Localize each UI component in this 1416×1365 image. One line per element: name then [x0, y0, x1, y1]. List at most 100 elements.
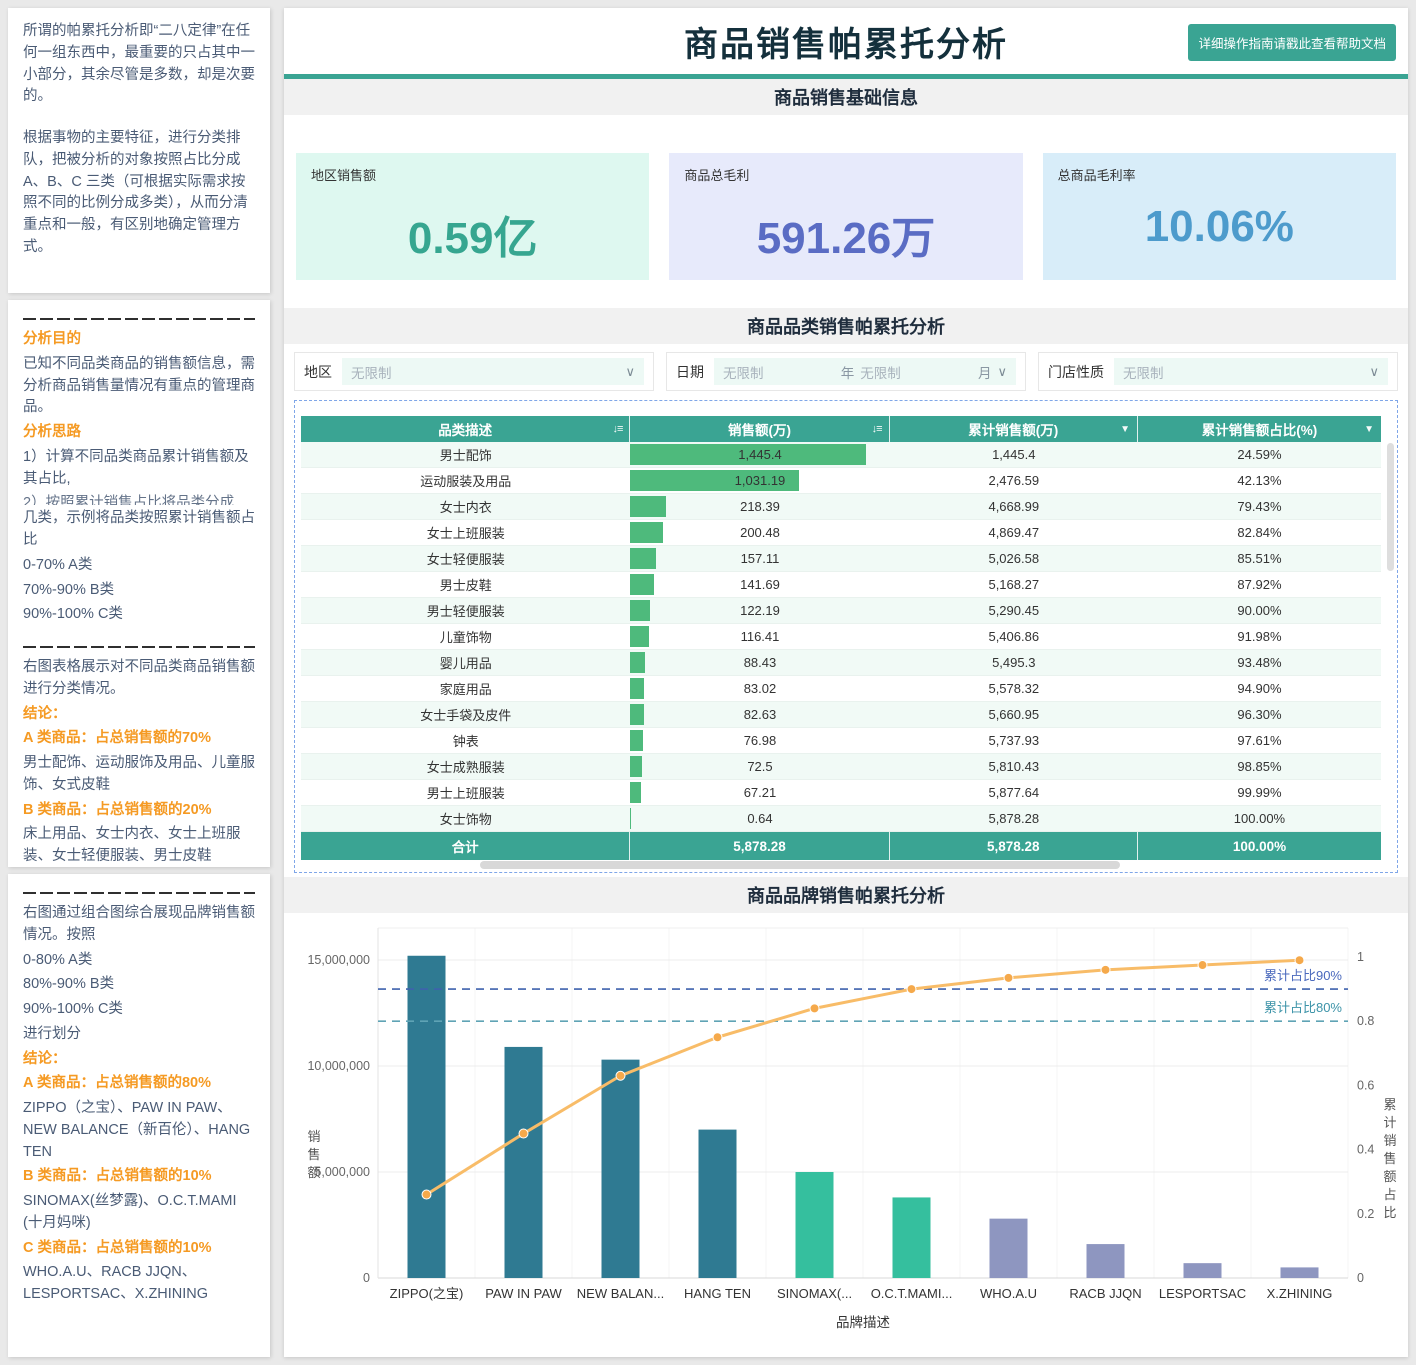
filter-triangle-icon[interactable]: ▼ — [1120, 424, 1130, 435]
bar-SINOMAX(...[interactable] — [795, 1171, 834, 1278]
kpi-label: 地区销售额 — [311, 168, 377, 184]
table-row[interactable]: 男士上班服装 67.21 5,877.64 99.99% — [301, 780, 1381, 806]
table-row[interactable]: 女士轻便服装 157.11 5,026.58 85.51% — [301, 546, 1381, 572]
sales-value: 67.21 — [743, 785, 777, 800]
sales-data-bar — [630, 548, 657, 569]
sort-descending-icon[interactable]: ↓≡ — [872, 423, 883, 435]
class-a-text: 男士配饰、运动服饰及用品、儿童服饰、女式皮鞋 — [23, 755, 255, 793]
cell-cumulative: 5,495.3 — [889, 650, 1138, 676]
y-right-axis-title: 累计销售额占比 — [1383, 1097, 1396, 1220]
bar-WHO.A.U[interactable] — [989, 1218, 1028, 1278]
table-row[interactable]: 男士轻便服装 122.19 5,290.45 90.00% — [301, 598, 1381, 624]
class-c-rule: 90%-100% C类 — [23, 606, 123, 623]
line-marker-HANG TEN[interactable] — [712, 1032, 723, 1043]
table-row[interactable]: 男士皮鞋 141.69 5,168.27 87.92% — [301, 572, 1381, 598]
x-axis-title: 品牌描述 — [836, 1314, 890, 1330]
y-left-axis-title: 销售额 — [307, 1129, 320, 1180]
cell-cumulative: 4,869.47 — [889, 520, 1138, 546]
line-marker-RACB JJQN[interactable] — [1100, 964, 1111, 975]
y-left-tick-label: 0 — [363, 1271, 370, 1285]
table-row[interactable]: 儿童饰物 116.41 5,406.86 91.98% — [301, 624, 1381, 650]
bar-LESPORTSAC[interactable] — [1183, 1263, 1222, 1278]
sidebar-card-brand: 右图通过组合图综合展现品牌销售额情况。按照 0-80% A类 80%-90% B… — [8, 874, 270, 1357]
x-tick-label: SINOMAX(... — [777, 1286, 852, 1301]
sales-data-bar — [630, 678, 644, 699]
cell-cumulative: 5,810.43 — [889, 754, 1138, 780]
bar-O.C.T.MAMI...[interactable] — [892, 1197, 931, 1278]
table-row[interactable]: 女士饰物 0.64 5,878.28 100.00% — [301, 806, 1381, 832]
filter-triangle-icon[interactable]: ▼ — [1364, 424, 1374, 435]
sales-data-bar — [630, 600, 651, 621]
column-header-category[interactable]: 品类描述 ↓≡ — [301, 416, 631, 442]
cell-cumulative: 5,737.93 — [889, 728, 1138, 754]
cell-cumulative-pct: 94.90% — [1137, 676, 1381, 702]
line-marker-NEW BALAN...[interactable] — [615, 1070, 626, 1081]
cell-cumulative: 5,406.86 — [889, 624, 1138, 650]
table-row[interactable]: 女士成熟服装 72.5 5,810.43 98.85% — [301, 754, 1381, 780]
sales-data-bar — [630, 574, 654, 595]
reference-line-label: 累计占比90% — [1264, 968, 1342, 983]
sort-descending-icon[interactable]: ↓≡ — [612, 423, 623, 435]
cell-cumulative: 5,026.58 — [889, 546, 1138, 572]
line-marker-SINOMAX(...[interactable] — [809, 1003, 820, 1014]
y-right-tick-label: 0 — [1357, 1271, 1364, 1285]
line-marker-LESPORTSAC[interactable] — [1197, 960, 1208, 971]
help-doc-button[interactable]: 详细操作指南请戳此查看帮助文档 — [1188, 24, 1396, 61]
cell-sales: 67.21 — [630, 780, 890, 806]
intro-paragraph-2: 根据事物的主要特征，进行分类排队，把被分析的对象按照占比分成A、B、C 三类（可… — [23, 130, 248, 255]
month-unit-label: 月 — [978, 365, 992, 381]
x-tick-label: LESPORTSAC — [1159, 1286, 1246, 1301]
cell-cumulative-pct: 79.43% — [1137, 494, 1381, 520]
class-b-rule: 70%-90% B类 — [23, 581, 115, 598]
table-row[interactable]: 女士内衣 218.39 4,668.99 79.43% — [301, 494, 1381, 520]
table-row[interactable]: 女士上班服装 200.48 4,869.47 82.84% — [301, 520, 1381, 546]
sales-value: 218.39 — [740, 499, 780, 514]
section-title-category-pareto: 商品品类销售帕累托分析 — [284, 308, 1408, 344]
pareto-combo-chart: 0 5,000,000 10,000,000 15,000,000 0 0.2 0.4 0.6… — [307, 927, 1397, 1330]
cell-category: 钟表 — [301, 728, 631, 754]
table-row[interactable]: 钟表 76.98 5,737.93 97.61% — [301, 728, 1381, 754]
line-marker-ZIPPO(之宝)[interactable] — [421, 1189, 432, 1200]
line-marker-X.ZHINING[interactable] — [1294, 955, 1305, 966]
date-select[interactable]: 无限制 年 无限制 月 ∨ — [714, 358, 1016, 385]
cell-cumulative: 5,877.64 — [889, 780, 1138, 806]
table-row[interactable]: 家庭用品 83.02 5,578.32 94.90% — [301, 676, 1381, 702]
table-body: 男士配饰 1,445.4 1,445.4 24.59% 运动服装及用品 1,031.19 2… — [301, 442, 1381, 832]
filter-date: 日期 无限制 年 无限制 月 ∨ — [666, 352, 1026, 391]
cell-sales: 200.48 — [630, 520, 890, 546]
cell-category: 运动服装及用品 — [301, 468, 631, 494]
filter-region-label: 地区 — [304, 363, 332, 380]
column-header-cumulative-pct[interactable]: 累计销售额占比(%) ▼ — [1137, 416, 1381, 442]
x-tick-label: WHO.A.U — [980, 1286, 1037, 1301]
line-marker-PAW IN PAW[interactable] — [518, 1128, 529, 1139]
category-pareto-table: 品类描述 ↓≡ 销售额(万) ↓≡ 累计销售额(万) ▼ 累计销售额占比(%) … — [294, 400, 1398, 873]
line-marker-WHO.A.U[interactable] — [1003, 972, 1014, 983]
sales-value: 1,031.19 — [734, 473, 786, 488]
sales-value: 82.63 — [743, 707, 777, 722]
vertical-scrollbar[interactable] — [1387, 443, 1394, 571]
region-select[interactable]: 无限制 ∨ — [342, 358, 644, 385]
bar-X.ZHINING[interactable] — [1280, 1267, 1319, 1278]
method-step2-rest: 几类，示例将品类按照累计销售额占比 — [23, 510, 255, 548]
bar-RACB JJQN[interactable] — [1086, 1244, 1125, 1278]
table-row[interactable]: 女士手袋及皮件 82.63 5,660.95 96.30% — [301, 702, 1381, 728]
cell-cumulative: 5,878.28 — [889, 806, 1138, 832]
bar-NEW BALAN...[interactable] — [601, 1059, 640, 1278]
column-header-cumulative[interactable]: 累计销售额(万) ▼ — [889, 416, 1138, 442]
section-title-brand-pareto: 商品品牌销售帕累托分析 — [284, 877, 1408, 913]
line-marker-O.C.T.MAMI...[interactable] — [906, 984, 917, 995]
brand-divide: 进行划分 — [23, 1025, 81, 1042]
cell-category: 女士饰物 — [301, 806, 631, 832]
store-type-select[interactable]: 无限制 ∨ — [1114, 358, 1388, 385]
brand-class-a-head: A 类商品：占总销售额的80% — [23, 1075, 211, 1092]
bar-HANG TEN[interactable] — [698, 1129, 737, 1278]
table-row[interactable]: 婴儿用品 88.43 5,495.3 93.48% — [301, 650, 1381, 676]
table-row[interactable]: 男士配饰 1,445.4 1,445.4 24.59% — [301, 442, 1381, 468]
horizontal-scrollbar[interactable] — [480, 861, 1120, 869]
sidebar-card-intro: 所谓的帕累托分析即“二八定律”在任何一组东西中，最重要的只占其中一小部分，其余尽… — [8, 8, 270, 293]
table-row[interactable]: 运动服装及用品 1,031.19 2,476.59 42.13% — [301, 468, 1381, 494]
bar-ZIPPO(之宝)[interactable] — [407, 955, 446, 1278]
cell-cumulative-pct: 42.13% — [1137, 468, 1381, 494]
column-header-sales[interactable]: 销售额(万) ↓≡ — [630, 416, 890, 442]
bar-PAW IN PAW[interactable] — [504, 1046, 543, 1278]
